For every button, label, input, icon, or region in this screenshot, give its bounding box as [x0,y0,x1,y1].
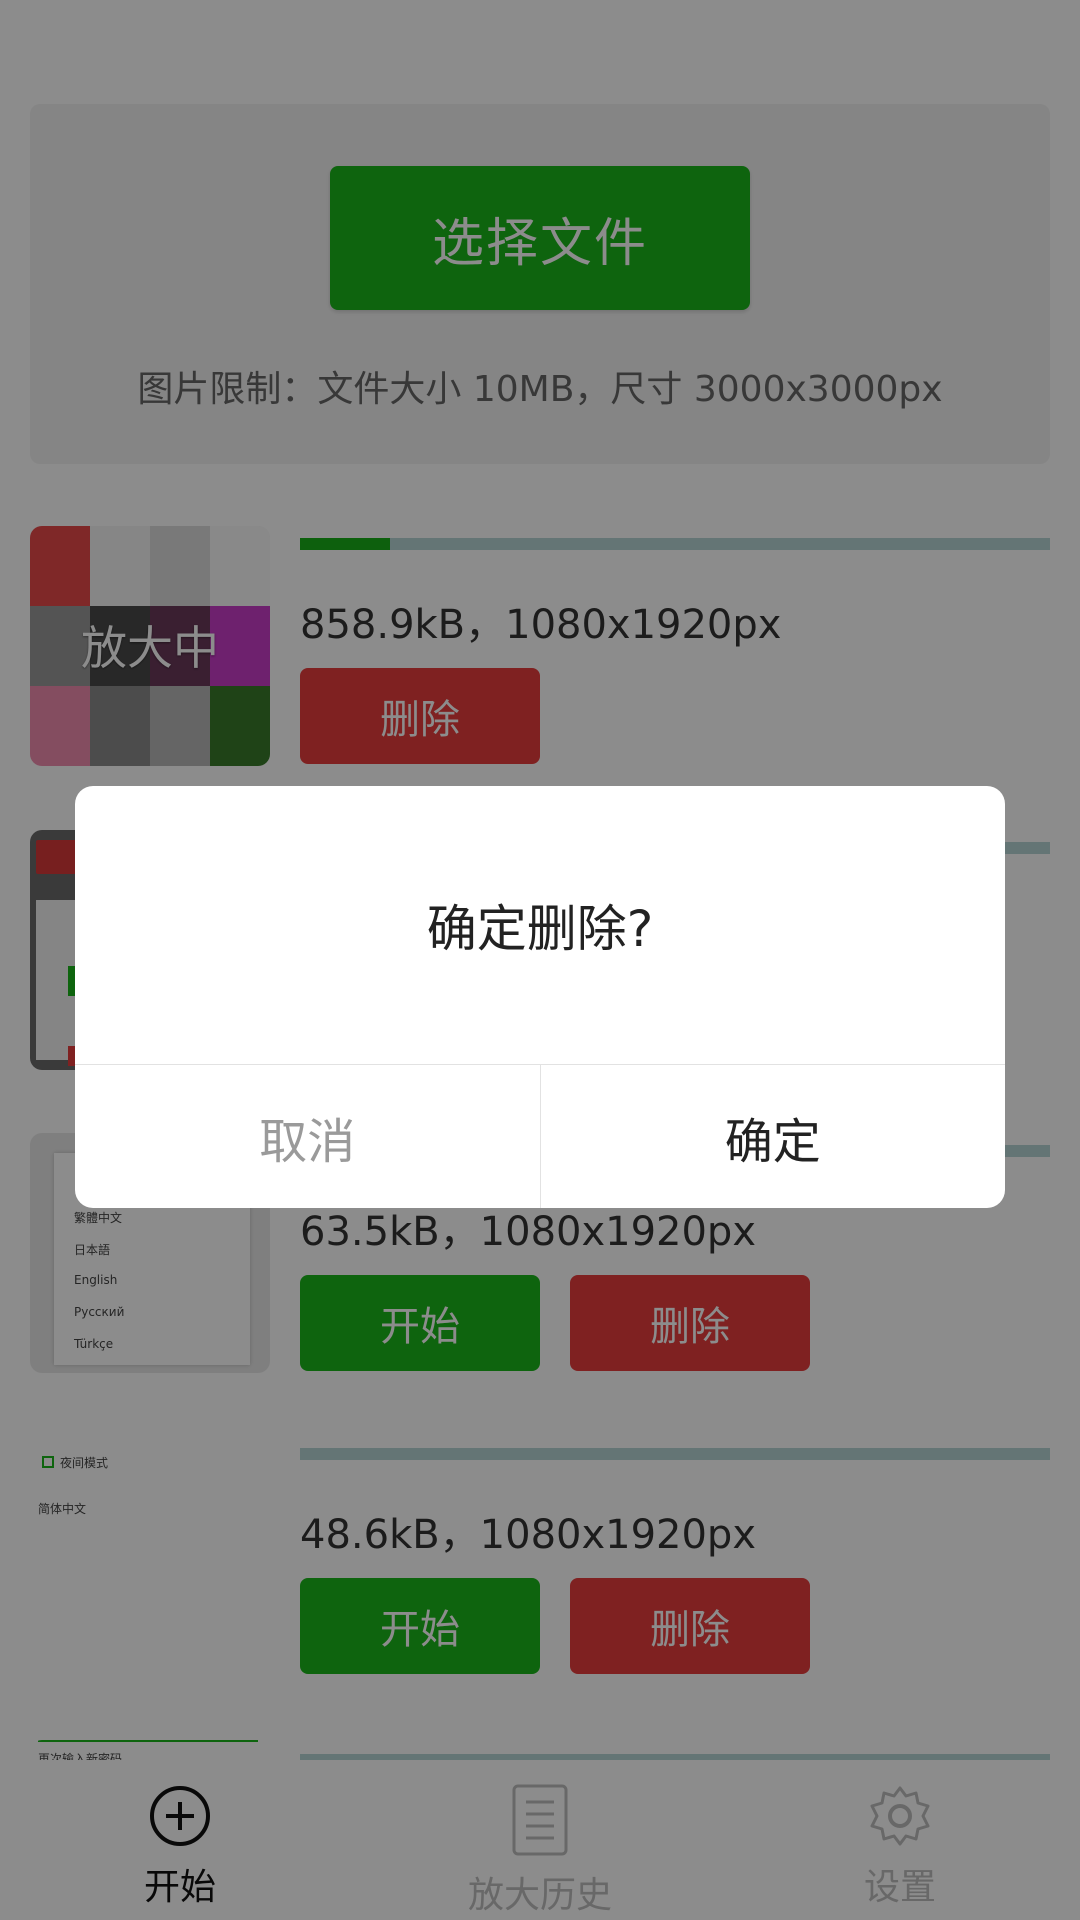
app-screen: 4G 中国电信 13:26 4G ↑ ↓ 55% 选择文件 图片限制：文件大小 … [0,0,1080,1920]
cancel-button[interactable]: 取消 [75,1065,541,1208]
dialog-actions: 取消 确定 [75,1064,1005,1208]
dialog-message: 确定删除? [426,900,654,958]
confirm-button[interactable]: 确定 [541,1065,1006,1208]
confirm-delete-dialog: 确定删除? 取消 确定 [75,786,1005,1208]
